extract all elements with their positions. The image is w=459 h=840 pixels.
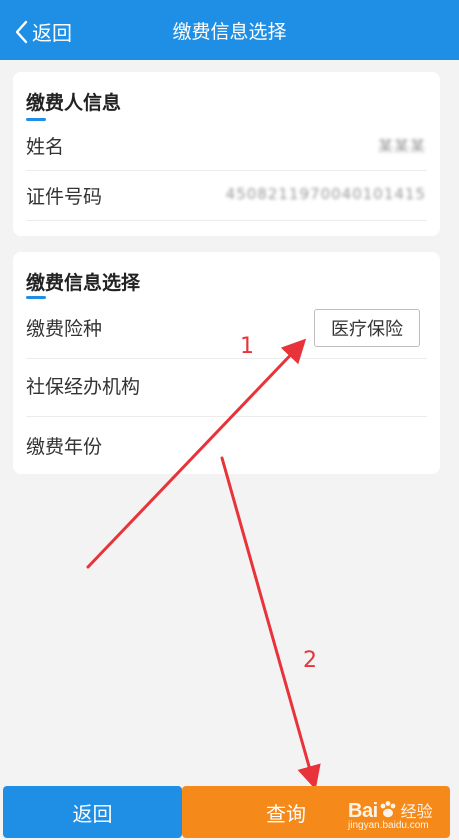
section-title-payer: 缴费人信息 bbox=[26, 92, 122, 114]
payer-info-card: 缴费人信息 姓名 某某某 证件号码 4508211970040101415 bbox=[13, 72, 440, 236]
insurance-type-label: 缴费险种 bbox=[26, 318, 103, 340]
step-number-2: 2 bbox=[303, 648, 317, 673]
query-label: 查询 bbox=[266, 801, 306, 826]
watermark-cn: 经验 bbox=[400, 804, 433, 821]
name-value: 某某某 bbox=[377, 137, 426, 155]
watermark-url: jingyan.baidu.com bbox=[348, 820, 429, 831]
insurance-type-select[interactable]: 医疗保险 bbox=[314, 309, 420, 347]
footer-back-button[interactable]: 返回 bbox=[3, 786, 182, 838]
divider bbox=[26, 358, 427, 359]
watermark-logo-text: Bai bbox=[348, 800, 378, 822]
year-row[interactable]: 缴费年份 bbox=[26, 432, 102, 459]
divider bbox=[26, 220, 427, 221]
section-title-payment: 缴费信息选择 bbox=[26, 272, 141, 294]
divider bbox=[26, 170, 427, 171]
id-value: 4508211970040101415 bbox=[225, 185, 426, 203]
step-number-1: 1 bbox=[240, 334, 254, 359]
name-label: 姓名 bbox=[26, 136, 65, 158]
payment-info-card: 缴费信息选择 缴费险种 医疗保险 社保经办机构 缴费年份 bbox=[13, 252, 440, 474]
divider bbox=[26, 416, 427, 417]
baidu-watermark: Bai 经验 jingyan.baidu.com bbox=[348, 798, 433, 831]
arrow-2 bbox=[220, 456, 321, 790]
page-title: 缴费信息选择 bbox=[172, 21, 287, 43]
agency-row[interactable]: 社保经办机构 bbox=[26, 372, 140, 399]
id-label: 证件号码 bbox=[26, 186, 103, 208]
section-underline bbox=[26, 296, 46, 299]
section-underline bbox=[26, 118, 46, 121]
paw-icon bbox=[380, 801, 396, 818]
top-bar: 返回 缴费信息选择 bbox=[0, 0, 459, 60]
